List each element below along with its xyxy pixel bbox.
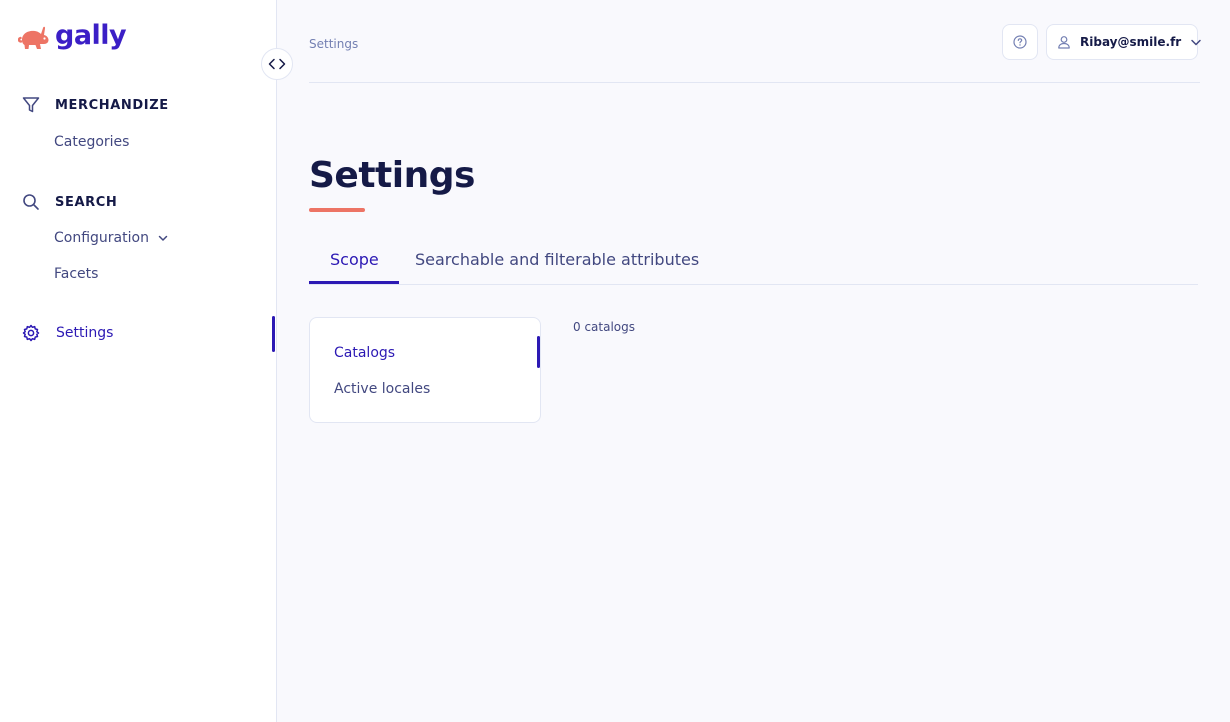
section-merchandize: MERCHANDIZE	[22, 96, 169, 114]
sidebar-item-facets[interactable]: Facets	[54, 266, 98, 282]
help-circle-icon	[1013, 35, 1027, 49]
active-tab-indicator	[309, 281, 399, 284]
help-button[interactable]	[1002, 24, 1038, 60]
user-icon	[1057, 35, 1071, 49]
funnel-icon	[22, 96, 40, 114]
sidebar-item-label: Settings	[56, 325, 114, 341]
breadcrumb: Settings	[309, 37, 359, 51]
app-root: gally MERCHANDIZE Categories SEARCH Conf…	[0, 0, 1230, 722]
scope-menu-item-active-locales[interactable]: Active locales	[334, 381, 430, 397]
scope-menu-active-indicator	[537, 336, 540, 368]
section-title-merchandize: MERCHANDIZE	[55, 97, 169, 113]
title-underline	[309, 208, 365, 212]
sidebar-item-configuration[interactable]: Configuration	[54, 230, 169, 246]
sidebar-item-label: Configuration	[54, 230, 149, 246]
scope-menu: Catalogs Active locales	[309, 317, 541, 423]
user-menu-button[interactable]: Ribay@smile.fr	[1046, 24, 1201, 60]
tab-searchable-filterable-attributes[interactable]: Searchable and filterable attributes	[415, 250, 699, 269]
sidebar-active-indicator	[272, 316, 275, 352]
tab-scope[interactable]: Scope	[330, 250, 379, 269]
sidebar: gally MERCHANDIZE Categories SEARCH Conf…	[0, 0, 277, 722]
logo[interactable]: gally	[18, 19, 127, 52]
sidebar-item-label: Facets	[54, 266, 99, 282]
section-search: SEARCH	[22, 193, 117, 211]
sidebar-collapse-button[interactable]	[261, 48, 293, 80]
chevron-down-icon	[157, 232, 169, 244]
page-title: Settings	[309, 155, 475, 196]
code-chevrons-icon	[268, 58, 286, 70]
section-title-search: SEARCH	[55, 194, 118, 210]
header-divider	[309, 82, 1200, 83]
user-name: Ribay@smile.fr	[1080, 35, 1182, 49]
tab-bar: Scope Searchable and filterable attribut…	[309, 240, 1198, 285]
logo-text: gally	[55, 19, 127, 51]
sidebar-item-label: Categories	[54, 134, 130, 150]
sidebar-item-settings[interactable]: Settings	[22, 324, 113, 342]
chevron-down-icon	[1190, 36, 1202, 48]
rabbit-logo-icon	[18, 22, 50, 52]
gear-icon	[22, 324, 40, 342]
catalog-count: 0 catalogs	[573, 320, 636, 334]
scope-menu-item-catalogs[interactable]: Catalogs	[334, 345, 395, 361]
sidebar-item-categories[interactable]: Categories	[54, 134, 129, 150]
search-icon	[22, 193, 40, 211]
